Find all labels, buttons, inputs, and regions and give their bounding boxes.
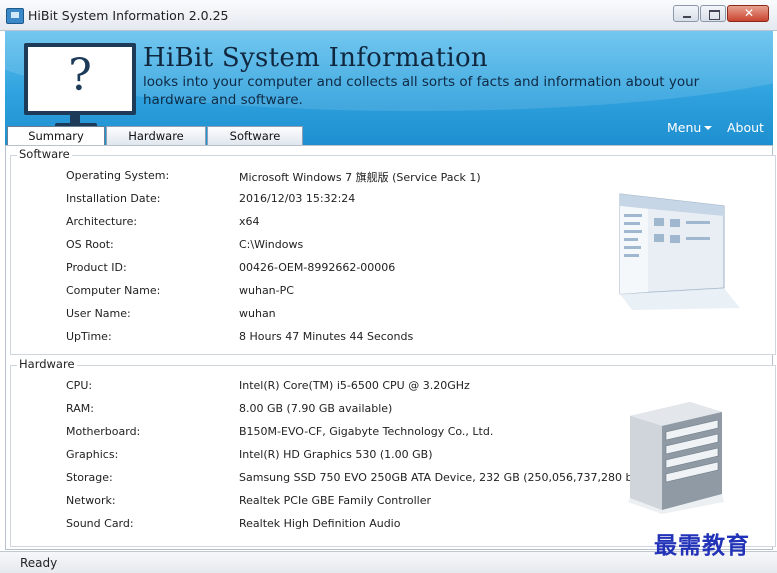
tab-summary[interactable]: Summary [7,126,105,146]
field-value: 00426-OEM-8992662-00006 [239,261,396,274]
title-bar: HiBit System Information 2.0.25 ✕ [0,0,777,31]
field-value: wuhan [239,307,276,320]
field-label: Operating System: [66,169,170,182]
chevron-down-icon [704,126,713,130]
field-value: Intel(R) Core(TM) i5-6500 CPU @ 3.20GHz [239,379,470,392]
field-label: OS Root: [66,238,114,251]
tab-hardware[interactable]: Hardware [106,126,206,145]
software-group-label: Software [17,147,72,161]
field-value: B150M-EVO-CF, Gigabyte Technology Co., L… [239,425,494,438]
about-link[interactable]: About [727,120,764,135]
field-label: Product ID: [66,261,127,274]
field-label: Installation Date: [66,192,161,205]
field-value: 2016/12/03 15:32:24 [239,192,356,205]
field-label: Storage: [66,471,113,484]
minimize-icon [683,16,691,18]
app-icon [6,8,24,24]
field-label: Graphics: [66,448,119,461]
close-button[interactable]: ✕ [727,5,769,22]
field-label: Sound Card: [66,517,134,530]
windows-explorer-illustration [619,193,740,310]
monitor-logo-icon: ? [24,43,136,115]
field-value: x64 [239,215,260,228]
field-label: RAM: [66,402,94,415]
menu-dropdown[interactable]: Menu [667,120,713,135]
field-label: Architecture: [66,215,138,228]
close-icon: ✕ [744,6,755,20]
hardware-group-label: Hardware [17,357,77,371]
window-title: HiBit System Information 2.0.25 [28,8,229,23]
field-label: Network: [66,494,116,507]
field-value: Intel(R) HD Graphics 530 (1.00 GB) [239,448,433,461]
field-value: Microsoft Windows 7 旗舰版 (Service Pack 1) [239,171,481,184]
field-value: C:\Windows [239,238,304,251]
field-value: 8.00 GB (7.90 GB available) [239,402,393,415]
monitor-stand [70,115,80,123]
watermark-text: 最需教育 [654,532,750,559]
status-text: Ready [20,556,58,570]
field-value: Realtek PCIe GBE Family Controller [239,494,432,507]
field-value: wuhan-PC [239,284,294,297]
question-mark-glyph: ? [68,50,92,101]
field-value: Samsung SSD 750 EVO 250GB ATA Device, 23… [239,471,655,484]
field-label: Motherboard: [66,425,141,438]
field-label: CPU: [66,379,93,392]
app-description: looks into your computer and collects al… [143,74,700,108]
field-label: Computer Name: [66,284,161,297]
tab-strip: Summary Hardware Software [7,126,304,146]
window-controls: ✕ [672,5,769,23]
field-label: UpTime: [66,330,112,343]
tab-software[interactable]: Software [207,126,303,145]
app-title: HiBit System Information [143,43,488,73]
field-value: 8 Hours 47 Minutes 44 Seconds [239,330,414,343]
server-tower-illustration [628,402,724,514]
minimize-button[interactable] [673,5,699,22]
field-value: Realtek High Definition Audio [239,517,401,530]
maximize-icon [709,10,720,20]
field-label: User Name: [66,307,131,320]
maximize-button[interactable] [700,5,726,22]
menu-label: Menu [667,120,702,135]
